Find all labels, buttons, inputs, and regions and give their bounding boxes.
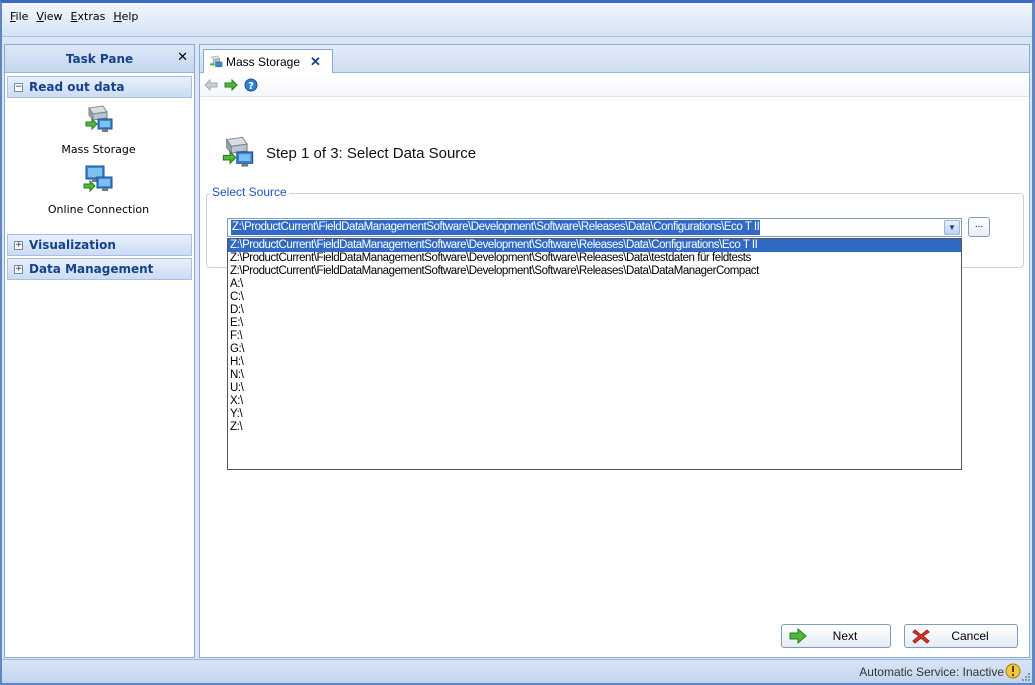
task-online-connection[interactable]: Online Connection bbox=[5, 164, 192, 216]
menu-help-label: elp bbox=[121, 10, 139, 23]
main-panel: Mass Storage ✕ ? Step 1 of 3: Select Dat… bbox=[199, 44, 1030, 658]
dropdown-option[interactable]: Y:\ bbox=[228, 408, 961, 421]
select-source-label: Select Source bbox=[210, 185, 289, 199]
close-icon[interactable]: ✕ bbox=[177, 50, 188, 65]
navigation-bar: ? bbox=[200, 73, 1029, 97]
service-status-icon[interactable] bbox=[1005, 663, 1021, 679]
tab-strip: Mass Storage ✕ bbox=[200, 45, 1029, 73]
mass-storage-icon bbox=[85, 105, 112, 132]
dropdown-option[interactable]: Z:\ProductCurrent\FieldDataManagementSof… bbox=[228, 239, 961, 252]
menu-file-label: ile bbox=[15, 10, 29, 23]
dropdown-option[interactable]: Z:\ProductCurrent\FieldDataManagementSof… bbox=[228, 265, 961, 278]
menu-view-label: iew bbox=[43, 10, 63, 23]
task-online-connection-label: Online Connection bbox=[47, 203, 150, 216]
dropdown-option[interactable]: A:\ bbox=[228, 278, 961, 291]
menu-bar: File View Extras Help bbox=[2, 3, 1032, 37]
group-visualization-label: Visualization bbox=[29, 238, 116, 252]
cancel-x-icon bbox=[912, 629, 930, 644]
cancel-button[interactable]: Cancel bbox=[904, 624, 1018, 648]
mass-storage-icon bbox=[209, 55, 223, 67]
dropdown-option[interactable]: Z:\ProductCurrent\FieldDataManagementSof… bbox=[228, 252, 961, 265]
mass-storage-icon bbox=[222, 136, 254, 167]
group-data-management-label: Data Management bbox=[29, 262, 154, 276]
menu-extras-accel: E bbox=[70, 10, 78, 23]
dropdown-option[interactable]: H:\ bbox=[228, 356, 961, 369]
menu-extras[interactable]: Extras bbox=[71, 10, 106, 23]
help-icon[interactable]: ? bbox=[244, 78, 258, 92]
dropdown-option[interactable]: F:\ bbox=[228, 330, 961, 343]
menu-help[interactable]: Help bbox=[113, 10, 138, 23]
dropdown-option[interactable]: G:\ bbox=[228, 343, 961, 356]
cancel-button-label: Cancel bbox=[951, 629, 989, 643]
online-connection-icon bbox=[83, 165, 112, 193]
group-visualization[interactable]: + Visualization bbox=[7, 234, 192, 256]
task-mass-storage[interactable]: Mass Storage bbox=[5, 104, 192, 156]
group-read-out-data[interactable]: − Read out data bbox=[7, 76, 192, 98]
next-button-label: Next bbox=[832, 629, 858, 643]
back-arrow-icon[interactable] bbox=[204, 78, 218, 91]
menu-file[interactable]: File bbox=[10, 10, 28, 23]
group-read-out-data-label: Read out data bbox=[29, 80, 125, 94]
next-button[interactable]: Next bbox=[781, 624, 891, 648]
menu-view[interactable]: View bbox=[36, 10, 62, 23]
expand-icon[interactable]: + bbox=[14, 264, 23, 274]
close-icon[interactable]: ✕ bbox=[310, 54, 321, 70]
status-text: Automatic Service: Inactive bbox=[859, 665, 1004, 679]
source-combobox-value: Z:\ProductCurrent\FieldDataManagementSof… bbox=[231, 220, 761, 235]
menu-view-accel: V bbox=[36, 10, 44, 23]
task-pane-title: Task Pane bbox=[65, 51, 134, 66]
dropdown-option[interactable]: Z:\ bbox=[228, 421, 961, 434]
menu-extras-label: xtras bbox=[77, 10, 106, 23]
forward-arrow-icon[interactable] bbox=[224, 78, 238, 91]
browse-button[interactable]: ... bbox=[968, 217, 990, 237]
task-pane: Task Pane ✕ − Read out data Mass Storage bbox=[4, 44, 195, 658]
expand-icon[interactable]: + bbox=[14, 240, 23, 250]
resize-grip-icon[interactable] bbox=[1022, 673, 1031, 682]
source-dropdown-list: Z:\ProductCurrent\FieldDataManagementSof… bbox=[227, 238, 962, 470]
tab-label: Mass Storage bbox=[226, 54, 301, 69]
task-pane-header: Task Pane ✕ bbox=[5, 45, 194, 73]
dropdown-option[interactable]: U:\ bbox=[228, 382, 961, 395]
status-bar: Automatic Service: Inactive bbox=[2, 659, 1032, 683]
svg-text:?: ? bbox=[248, 81, 254, 92]
dropdown-option[interactable]: X:\ bbox=[228, 395, 961, 408]
group-data-management[interactable]: + Data Management bbox=[7, 258, 192, 280]
dropdown-option[interactable]: E:\ bbox=[228, 317, 961, 330]
menu-help-accel: H bbox=[113, 10, 122, 23]
chevron-down-icon[interactable]: ▼ bbox=[944, 220, 960, 235]
next-arrow-icon bbox=[789, 628, 807, 644]
collapse-icon[interactable]: − bbox=[14, 82, 23, 92]
task-mass-storage-label: Mass Storage bbox=[61, 143, 136, 156]
dropdown-option[interactable]: C:\ bbox=[228, 291, 961, 304]
dropdown-option[interactable]: N:\ bbox=[228, 369, 961, 382]
source-combobox[interactable]: Z:\ProductCurrent\FieldDataManagementSof… bbox=[227, 218, 962, 237]
step-title: Step 1 of 3: Select Data Source bbox=[266, 145, 477, 162]
tab-mass-storage[interactable]: Mass Storage ✕ bbox=[203, 49, 333, 73]
read-out-data-items: Mass Storage Online Connection bbox=[5, 98, 194, 232]
dropdown-option[interactable]: D:\ bbox=[228, 304, 961, 317]
